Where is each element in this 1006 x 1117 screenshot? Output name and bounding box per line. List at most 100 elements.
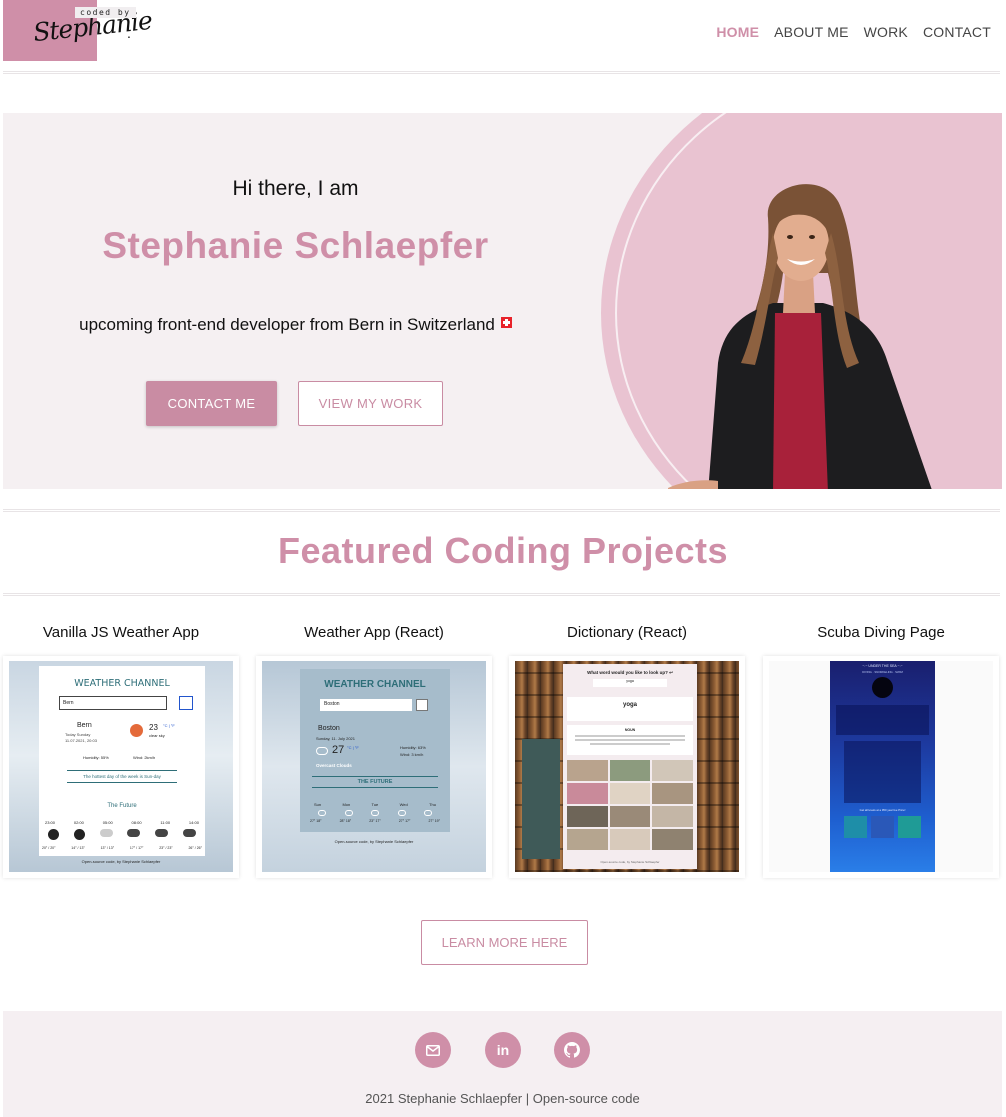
widget-humidity: Humidity: 63% [400,745,426,750]
forecast-icons [48,829,196,840]
cloud-icon [316,747,328,755]
temp: 20° / 20° [42,846,56,850]
moon-icon [73,829,85,840]
cloud-icon [371,810,379,816]
contact-me-button[interactable]: CONTACT ME [146,381,277,426]
scuba-price: Get all levels at a 950 year fee Price! [859,808,906,812]
hour: 11:00 [160,820,171,825]
project-card-react-weather[interactable]: WEATHER CHANNEL Boston Boston Sunday, 11… [256,656,492,878]
projects-title: Featured Coding Projects [277,530,729,571]
hero-name: Stephanie Schlaepfer [102,225,489,266]
nav-links: HOME ABOUT ME WORK CONTACT [716,24,991,40]
dictionary-question: What word would you like to look up? ↩ [587,670,673,675]
definition-box: NOUN [567,725,693,755]
logo-tag: coded by [75,7,136,18]
project-screenshot: ~.~ UNDER THE SEA ~.~ DIVING · SNORKELIN… [769,661,993,872]
widget-date2: 11.07.2021, 20:03 [65,738,97,743]
temp: 13° / 13° [100,846,115,850]
project-title: Dictionary (React) [566,624,688,641]
project-card-dictionary[interactable]: What word would you like to look up? ↩ y… [509,656,745,878]
widget-message: The hottest day of the week is Sun-day [67,770,177,783]
learn-more-button[interactable]: LEARN MORE HERE [421,920,588,965]
divider [3,71,1000,74]
hero-subtitle: upcoming front-end developer from Bern i… [3,315,588,335]
copyright-text: 2021 Stephanie Schlaepfer | Open-source … [365,1091,640,1106]
swiss-flag-icon [500,317,512,328]
temp: 26° / 26° [188,846,202,850]
cloud-icon [99,829,113,837]
scuba-sub: DIVING · SNORKELING · SWIM [862,670,903,674]
scuba-image [844,816,867,838]
widget-future: The Future [107,803,137,809]
widget-search: Boston [320,699,412,711]
widget-city: Bern [77,722,92,729]
widget-footer: Open-source code, by Stephanie Schlaepfe… [81,859,161,864]
project-screenshot: WEATHER CHANNEL Bern Bern Today Sunday 1… [9,661,233,872]
day: Tue [371,802,379,807]
hero-greeting: Hi there, I am [232,177,359,200]
forecast-icons [318,810,432,816]
divider [3,509,1000,512]
divider [3,593,1000,596]
project-screenshot: WEATHER CHANNEL Boston Boston Sunday, 11… [262,661,486,872]
scuba-image [898,816,921,838]
linkedin-link[interactable]: in [485,1032,521,1068]
nav-work[interactable]: WORK [864,24,908,40]
widget-footer: Open-source code, by Stephanie Schlaepfe… [334,839,414,844]
nav-about[interactable]: ABOUT ME [774,24,848,40]
widget-search: Bern [59,696,167,710]
project-card-scuba[interactable]: ~.~ UNDER THE SEA ~.~ DIVING · SNORKELIN… [763,656,999,878]
day: Mon [342,802,351,807]
moon-icon [48,829,59,840]
forecast-days: Sun Mon Tue Wed Thu [314,802,436,807]
scuba-text-block [836,705,929,735]
dictionary-word: yoga [622,702,637,708]
envelope-icon [426,1044,440,1056]
image-grid [567,760,693,850]
word-box: yoga [567,697,693,721]
github-link[interactable] [554,1032,590,1068]
project-title: Scuba Diving Page [817,624,945,641]
widget-wind: Wind: 3 km/h [400,752,424,757]
widget-condition: clear sky [149,733,165,738]
footer: in 2021 Stephanie Schlaepfer | Open-sour… [3,1011,1002,1117]
sun-icon [130,724,143,737]
widget-humidity: Humidity: 55% [83,755,109,760]
widget-future: THE FUTURE [312,776,438,788]
scuba-image [871,816,894,838]
diver-icon [872,677,893,698]
weather-widget: WEATHER CHANNEL Bern Bern Today Sunday 1… [39,666,205,856]
scuba-page: ~.~ UNDER THE SEA ~.~ DIVING · SNORKELIN… [830,661,935,872]
view-work-button[interactable]: VIEW MY WORK [298,381,443,426]
profile-photo [668,184,932,489]
project-title: Vanilla JS Weather App [42,624,200,641]
forecast-temps: 27° 18° 28° 18° 23° 17° 27° 17° 27° 19° [310,819,440,823]
dictionary-search: yoga [593,679,667,687]
temp: 14° / 13° [71,846,85,850]
cloud-icon [424,810,432,816]
nav-contact[interactable]: CONTACT [923,24,991,40]
door-shape [522,739,560,859]
temp: 27° 18° [310,819,322,823]
widget-units: °C | °F [163,723,175,728]
day: Thu [429,802,436,807]
hero-section: Hi there, I am Stephanie Schlaepfer upco… [3,113,1002,489]
day: Sun [314,802,322,807]
email-link[interactable] [415,1032,451,1068]
hour: 14:00 [188,820,199,825]
widget-date: Sunday, 11. July 2021 [316,736,355,741]
hour: 05:00 [102,820,113,825]
scuba-text-block [844,741,921,803]
widget-date1: Today Sunday [65,732,91,737]
temp: 17° / 17° [129,846,144,850]
cloud-icon [344,810,353,816]
github-icon [564,1042,580,1058]
widget-wind: Wind: 2km/h [133,755,156,760]
nav-home[interactable]: HOME [716,24,759,40]
project-card-vanilla-weather[interactable]: WEATHER CHANNEL Bern Bern Today Sunday 1… [3,656,239,878]
widget-temp: 27 [332,744,345,756]
temp: 23° / 23° [159,846,173,850]
logo-dot: . [127,25,131,41]
temp: 28° 18° [339,819,352,823]
project-screenshot: What word would you like to look up? ↩ y… [515,661,739,872]
